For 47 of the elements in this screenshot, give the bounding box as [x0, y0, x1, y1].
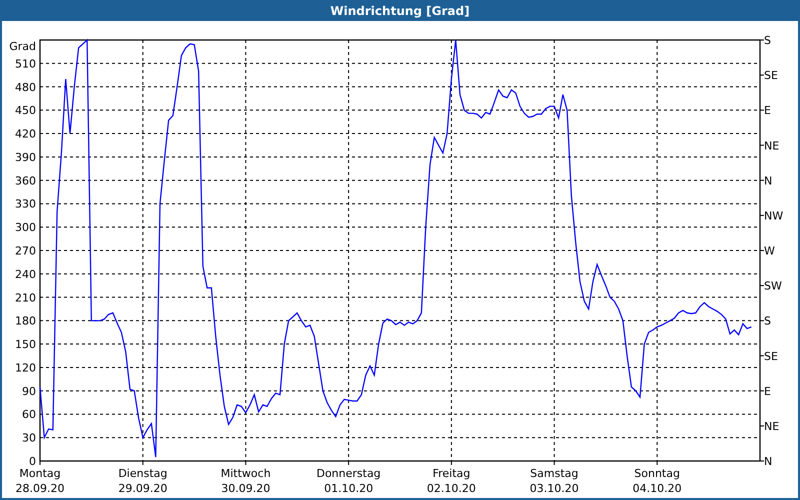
x-tick-label: Mittwoch	[220, 467, 271, 480]
compass-label: S	[764, 314, 771, 328]
window-title: Windrichtung [Grad]	[0, 0, 800, 21]
date-label: 29.09.20	[118, 482, 168, 495]
x-tick-label: Samstag	[530, 467, 578, 480]
compass-label: NE	[764, 139, 780, 152]
compass-label: E	[764, 384, 771, 398]
y-tick-label: 30	[22, 432, 36, 445]
date-label: 01.10.20	[324, 482, 374, 495]
compass-label: W	[764, 244, 775, 258]
x-tick-label: Freitag	[432, 467, 470, 480]
compass-label: N	[764, 174, 772, 188]
y-tick-label: 210	[15, 291, 36, 304]
date-label: 03.10.20	[530, 482, 579, 495]
y-tick-label: 180	[15, 314, 36, 328]
y-tick-label: 300	[15, 221, 36, 234]
x-tick-label: Montag	[19, 467, 61, 480]
compass-label: NW	[764, 209, 784, 222]
y-axis-title: Grad	[9, 40, 36, 53]
y-tick-label: 120	[15, 361, 36, 374]
date-label: 30.09.20	[221, 482, 270, 495]
y-tick-label: 270	[15, 244, 36, 258]
date-label: 04.10.20	[632, 482, 682, 495]
y-tick-label: 450	[15, 104, 36, 118]
y-tick-label: 330	[15, 198, 36, 211]
compass-label: N	[764, 455, 772, 468]
y-tick-label: 0	[29, 455, 36, 468]
date-label: 28.09.20	[16, 482, 64, 495]
compass-label: E	[764, 104, 771, 118]
compass-label: S	[764, 34, 771, 47]
compass-label: SE	[764, 69, 778, 82]
compass-label: SW	[764, 280, 782, 293]
y-tick-label: 360	[15, 174, 36, 188]
y-tick-label: 150	[15, 338, 36, 352]
x-tick-label: Donnerstag	[316, 467, 381, 480]
x-tick-label: Sonntag	[634, 467, 680, 480]
y-tick-label: 480	[15, 80, 36, 94]
compass-label: NE	[764, 420, 780, 433]
date-label: 02.10.20	[426, 482, 476, 495]
y-tick-label: 420	[15, 128, 36, 141]
x-tick-label: Dienstag	[118, 467, 168, 480]
y-tick-label: 240	[15, 268, 36, 281]
y-tick-label: 510	[15, 57, 36, 70]
y-tick-label: 60	[22, 408, 36, 422]
compass-label: SE	[764, 350, 778, 363]
y-tick-label: 90	[22, 384, 36, 398]
y-tick-label: 390	[15, 150, 36, 164]
